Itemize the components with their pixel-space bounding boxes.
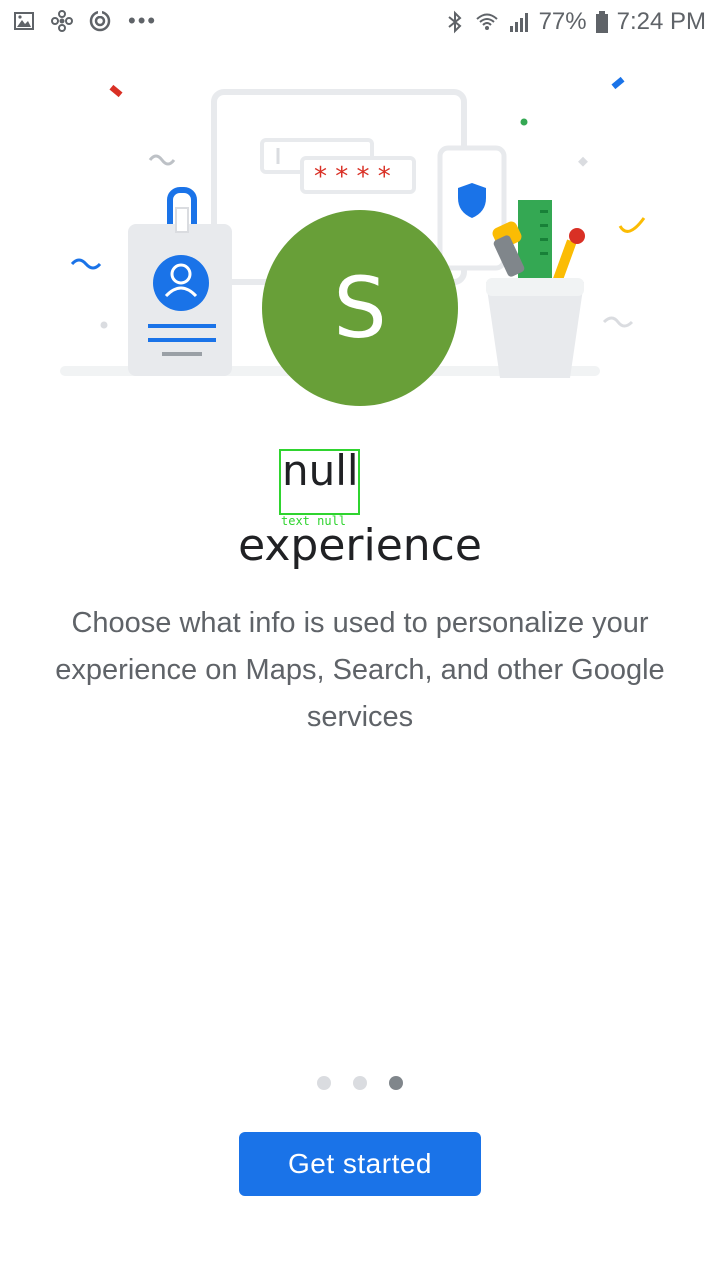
page-dot-3-active xyxy=(389,1076,403,1090)
hero-illustration: * * * * S xyxy=(0,60,720,420)
description: Choose what info is used to personalize … xyxy=(55,607,665,733)
wifi-icon xyxy=(475,13,498,30)
pinwheel-icon xyxy=(51,10,73,32)
bluetooth-icon xyxy=(447,10,462,34)
status-bar: ••• 77% 7:24 PM xyxy=(0,0,720,44)
page-dot-2 xyxy=(353,1076,367,1090)
battery-icon xyxy=(595,11,608,33)
debug-highlight-box xyxy=(279,449,360,515)
page-title-line2: experience xyxy=(238,520,482,571)
avatar: S xyxy=(262,210,458,406)
clock: 7:24 PM xyxy=(616,8,706,35)
page-dot-1 xyxy=(317,1076,331,1090)
more-icon: ••• xyxy=(128,8,158,33)
page-indicator xyxy=(0,1076,720,1090)
get-started-button[interactable]: Get started xyxy=(239,1132,481,1196)
image-icon xyxy=(14,12,34,30)
password-mask: * * * * xyxy=(314,162,391,192)
signal-icon xyxy=(509,13,528,32)
battery-percent: 77% xyxy=(538,8,587,35)
avatar-letter: S xyxy=(333,259,387,357)
sync-icon xyxy=(89,10,111,32)
